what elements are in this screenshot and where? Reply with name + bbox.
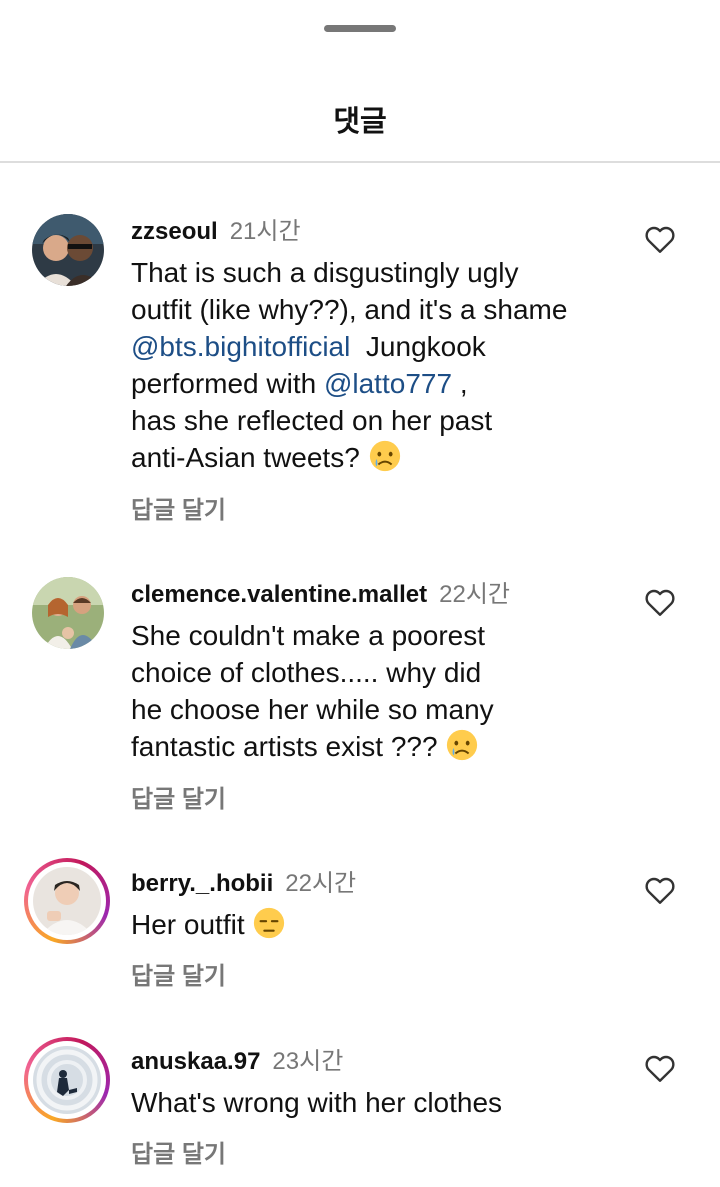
comments-sheet: 댓글 zzseoul 21시간 That is such a disgustin… bbox=[0, 0, 720, 1187]
comment-text: She couldn't make a poorest choice of cl… bbox=[131, 620, 494, 762]
reply-button[interactable]: 답글 달기 bbox=[131, 779, 226, 814]
mention-link[interactable]: @bts.bighitofficial bbox=[131, 331, 350, 362]
comment-meta: zzseoul 21시간 bbox=[131, 211, 301, 246]
heart-outline-icon[interactable] bbox=[642, 1050, 678, 1086]
comment-text: Her outfit bbox=[131, 906, 631, 943]
timestamp: 22시간 bbox=[439, 581, 511, 608]
comment-text: That is such a disgustingly ugly outfit … bbox=[131, 257, 568, 473]
timestamp: 21시간 bbox=[229, 218, 301, 245]
username[interactable]: anuskaa.97 bbox=[131, 1048, 260, 1075]
comment-meta: clemence.valentine.mallet 22시간 bbox=[131, 574, 510, 609]
username[interactable]: zzseoul bbox=[131, 218, 218, 245]
comment-text: What's wrong with her clothes bbox=[131, 1087, 503, 1118]
expressionless-face-emoji bbox=[254, 907, 285, 939]
story-ring[interactable] bbox=[24, 858, 110, 944]
header-divider bbox=[0, 161, 720, 163]
mention-link[interactable]: @latto777 bbox=[324, 368, 452, 399]
heart-outline-icon[interactable] bbox=[642, 584, 678, 620]
timestamp: 23시간 bbox=[272, 1048, 344, 1075]
crying-face-emoji bbox=[447, 729, 478, 761]
username[interactable]: clemence.valentine.mallet bbox=[131, 581, 427, 608]
drag-handle[interactable] bbox=[324, 25, 396, 32]
comment-meta: berry._.hobii 22시간 bbox=[131, 863, 356, 898]
crying-face-emoji bbox=[369, 440, 400, 472]
reply-button[interactable]: 답글 달기 bbox=[131, 490, 226, 525]
reply-button[interactable]: 답글 달기 bbox=[131, 1134, 226, 1169]
page-title: 댓글 bbox=[333, 106, 387, 138]
reply-button[interactable]: 답글 달기 bbox=[131, 956, 226, 991]
avatar[interactable] bbox=[32, 214, 104, 286]
avatar[interactable] bbox=[32, 577, 104, 649]
username[interactable]: berry._.hobii bbox=[131, 870, 273, 897]
story-ring[interactable] bbox=[24, 1037, 110, 1123]
heart-outline-icon[interactable] bbox=[642, 221, 678, 257]
timestamp: 22시간 bbox=[285, 870, 357, 897]
comment-meta: anuskaa.97 23시간 bbox=[131, 1041, 343, 1076]
avatar bbox=[33, 1046, 101, 1114]
avatar bbox=[33, 867, 101, 935]
heart-outline-icon[interactable] bbox=[642, 872, 678, 908]
